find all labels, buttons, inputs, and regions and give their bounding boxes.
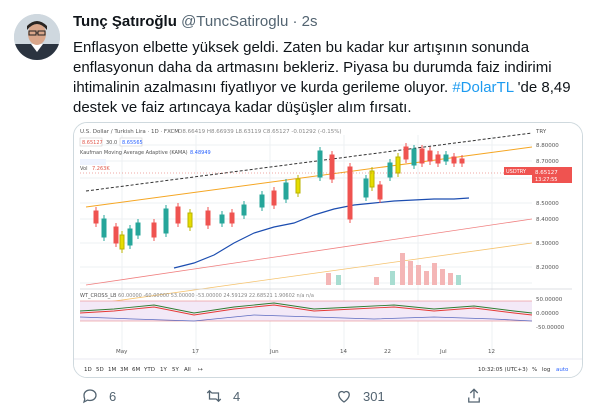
indicator-value: 8.48949 xyxy=(190,150,211,156)
y-tick: 8.40000 xyxy=(536,217,559,223)
x-tick: Jul xyxy=(439,349,447,355)
share-button[interactable] xyxy=(465,384,483,408)
share-icon xyxy=(468,388,480,403)
y-tick: 8.80000 xyxy=(536,143,559,149)
x-tick: Jun xyxy=(269,349,279,355)
scale-percent[interactable]: % xyxy=(532,367,537,373)
heart-icon xyxy=(338,390,350,403)
chart-header: U.S. Dollar / Turkish Lira · 1D · FXCM xyxy=(80,129,179,135)
timeframe-3m[interactable]: 3M xyxy=(120,367,128,373)
x-tick: 17 xyxy=(192,349,199,355)
osc-tick: -50.00000 xyxy=(536,325,565,331)
timeframe-6m[interactable]: 6M xyxy=(132,367,140,373)
tweet-actions: 6 4 301 xyxy=(73,384,581,408)
tweet-time[interactable]: 2s xyxy=(302,13,318,30)
reply-icon xyxy=(83,389,97,404)
input-3: 8.65565 xyxy=(122,140,143,146)
timeframe-all[interactable]: All xyxy=(184,367,191,373)
separator: · xyxy=(292,13,298,30)
timeframe-ytd[interactable]: YTD xyxy=(143,367,155,373)
reply-button[interactable]: 6 xyxy=(81,384,116,408)
osc-tick: 0.00000 xyxy=(536,311,559,317)
author-name[interactable]: Tunç Şatıroğlu xyxy=(73,13,177,30)
countdown: 13:27:55 xyxy=(535,177,557,183)
like-count: 301 xyxy=(363,388,385,404)
scale-log[interactable]: log xyxy=(542,367,550,373)
timeframe-1y[interactable]: 1Y xyxy=(160,367,167,373)
like-button[interactable]: 301 xyxy=(335,384,385,408)
x-tick: May xyxy=(116,349,128,355)
x-tick: 12 xyxy=(488,349,495,355)
y-tick: 8.70000 xyxy=(536,159,559,165)
author-avatar[interactable] xyxy=(14,14,60,60)
timeframe-1d[interactable]: 1D xyxy=(84,367,92,373)
input-1: 8.65127 xyxy=(82,140,103,146)
timeframe-1m[interactable]: 1M xyxy=(108,367,116,373)
author-handle[interactable]: @TuncSatiroglu xyxy=(181,13,288,30)
osc-tick: 50.00000 xyxy=(536,297,563,303)
retweet-count: 4 xyxy=(233,388,241,404)
reply-count: 6 xyxy=(109,388,117,404)
clock: 10:32:05 (UTC+3) xyxy=(478,367,528,373)
input-2: 30.0 xyxy=(106,140,117,146)
vol-value: 7.263K xyxy=(92,166,110,172)
chart-image[interactable]: U.S. Dollar / Turkish Lira · 1D · FXCM O… xyxy=(73,122,583,378)
indicator-name: Kaufman Moving Average Adaptive (KAMA) xyxy=(80,150,188,156)
x-tick: 14 xyxy=(340,349,347,355)
goto-date-icon[interactable]: ↦ xyxy=(198,367,203,373)
vol-label: Vol xyxy=(80,166,87,172)
retweet-icon xyxy=(206,389,222,403)
last-price: 8.65127 xyxy=(535,170,558,176)
chart-ohlc: O8.66419 H8.66939 L8.63119 C8.65127 -0.0… xyxy=(178,129,342,135)
scale-auto[interactable]: auto xyxy=(556,367,569,373)
y-tick: 8.30000 xyxy=(536,241,559,247)
indicator-inputs: 8.65127 30.0 8.65565 xyxy=(79,137,143,147)
symbol-tag: USDTRY xyxy=(506,169,527,175)
tweet-header: Tunç Şatıroğlu @TuncSatiroglu · 2s xyxy=(73,13,317,30)
y-tick: 8.50000 xyxy=(536,201,559,207)
y-tick: 8.20000 xyxy=(536,265,559,271)
currency-label: TRY xyxy=(535,129,547,135)
osc-title: WT_CROSS_LB xyxy=(80,293,117,299)
timeframe-5d[interactable]: 5D xyxy=(96,367,104,373)
x-tick: 22 xyxy=(384,349,391,355)
hashtag-link[interactable]: #DolarTL xyxy=(452,79,513,96)
osc-values: 60.00000 -60.00000 53.00000 -53.00000 24… xyxy=(118,293,314,299)
tweet-text: Enflasyon elbette yüksek geldi. Zaten bu… xyxy=(73,38,581,118)
timeframe-5y[interactable]: 5Y xyxy=(172,367,179,373)
retweet-button[interactable]: 4 xyxy=(205,384,240,408)
